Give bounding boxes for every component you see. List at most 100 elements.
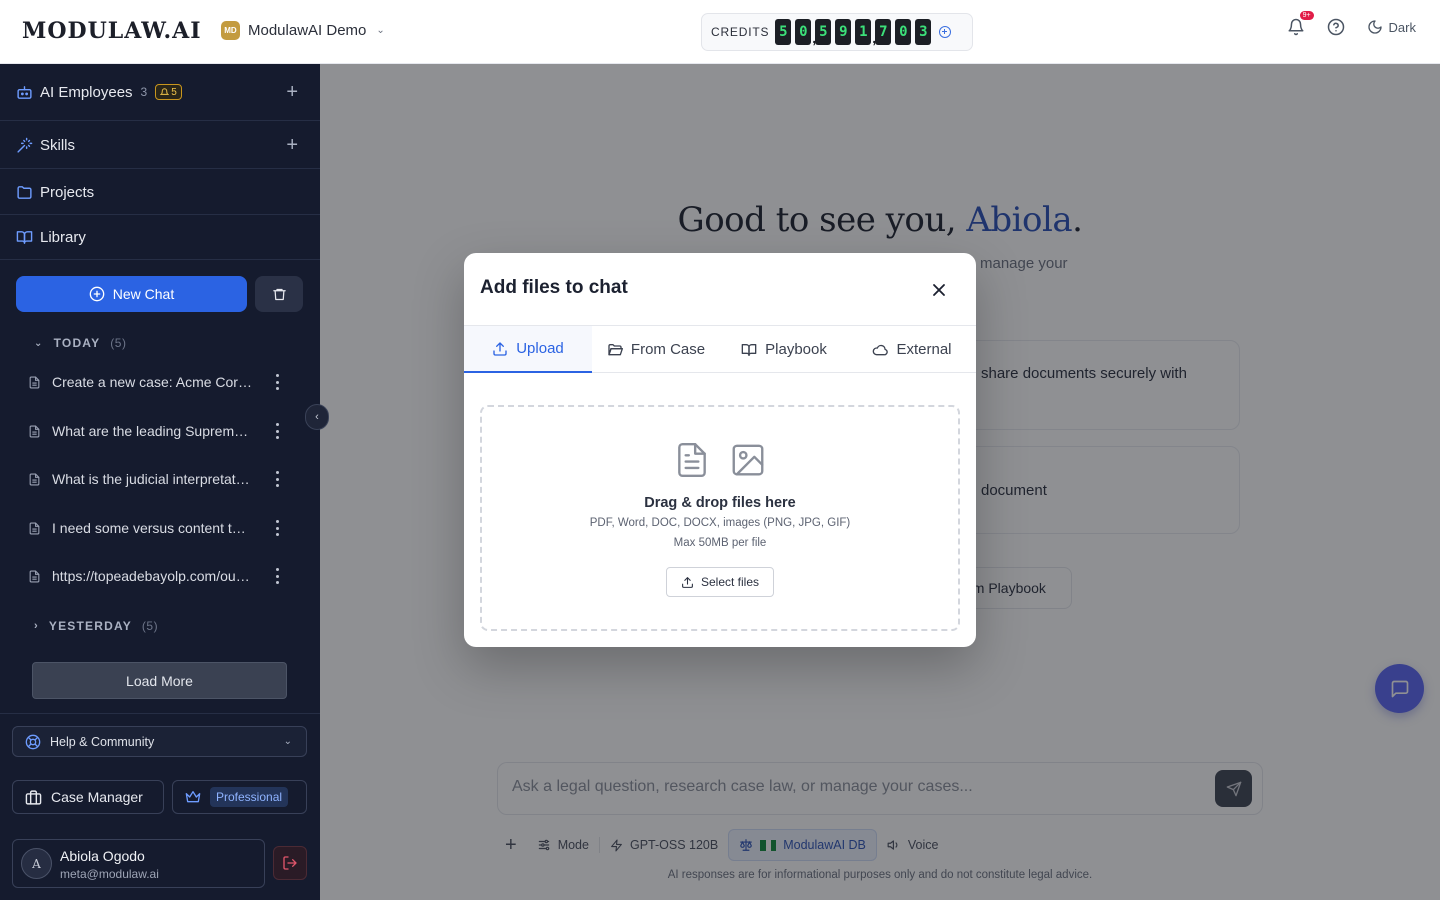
chat-title: https://topeadebayolp.com/our-practice-a… <box>52 568 252 584</box>
user-profile[interactable]: A Abiola Ogodo meta@modulaw.ai <box>12 839 265 888</box>
plus-circle-icon <box>89 286 105 302</box>
file-text-icon <box>29 570 40 582</box>
credit-digit: 0 <box>895 19 912 45</box>
sidebar-item-label: Library <box>40 228 86 246</box>
workspace-switcher[interactable]: MD ModulawAI Demo ⌄ <box>221 21 385 40</box>
more-options-icon[interactable] <box>275 471 279 487</box>
group-count: (5) <box>141 619 159 633</box>
delete-chats-button[interactable] <box>255 276 303 312</box>
cloud-icon <box>873 344 889 355</box>
select-files-button[interactable]: Select files <box>666 567 774 597</box>
more-options-icon[interactable] <box>275 374 279 390</box>
add-credits-icon[interactable] <box>939 26 952 38</box>
load-more-button[interactable]: Load More <box>32 662 287 699</box>
credit-digit: 5 <box>775 19 792 45</box>
credit-digit: 0 <box>795 19 812 45</box>
app-logo[interactable]: MODULAW.AI <box>22 18 202 44</box>
plan-button[interactable]: Professional <box>172 780 307 814</box>
alerts-badge: 5 <box>155 84 182 100</box>
wand-icon <box>17 137 33 153</box>
credit-digit: 1 <box>855 19 872 45</box>
chat-item[interactable]: What are the leading Supreme Court decis… <box>28 419 293 443</box>
tab-label: Upload <box>516 340 564 357</box>
close-icon <box>933 284 945 296</box>
dropzone-formats: PDF, Word, DOC, DOCX, images (PNG, JPG, … <box>589 517 851 529</box>
theme-label: Dark <box>1388 19 1416 35</box>
dropzone-limit: Max 50MB per file <box>673 537 767 549</box>
user-email: meta@modulaw.ai <box>60 867 159 881</box>
add-files-dialog: Add files to chat Upload From Case Playb… <box>464 253 976 647</box>
logout-button[interactable] <box>273 846 307 880</box>
plan-badge: Professional <box>210 787 289 807</box>
chat-item[interactable]: Create a new case: Acme Corporation vs. … <box>28 370 293 394</box>
image-icon <box>732 444 764 476</box>
bell-icon <box>160 87 170 95</box>
help-circle-icon[interactable] <box>1327 18 1345 36</box>
more-options-icon[interactable] <box>275 423 279 439</box>
chat-title: I need some versus content to draft a st… <box>52 520 252 536</box>
folder-open-icon <box>608 343 623 355</box>
divider <box>0 259 320 260</box>
more-options-icon[interactable] <box>275 520 279 536</box>
briefcase-icon <box>25 789 42 805</box>
moon-icon <box>1367 20 1382 34</box>
group-label: TODAY <box>53 336 101 350</box>
group-label: YESTERDAY <box>48 619 132 633</box>
add-skill-button[interactable]: + <box>286 134 298 157</box>
crown-icon <box>185 791 201 803</box>
add-employee-button[interactable]: + <box>286 81 298 104</box>
bot-icon <box>17 85 32 99</box>
chat-title: What is the judicial interpretation of S… <box>52 471 252 487</box>
workspace-name: ModulawAI Demo <box>248 22 367 39</box>
more-options-icon[interactable] <box>275 568 279 584</box>
theme-toggle[interactable]: Dark <box>1367 19 1416 35</box>
new-chat-button[interactable]: New Chat <box>16 276 247 312</box>
notification-count-badge: 9+ <box>1299 11 1314 20</box>
case-manager-label: Case Manager <box>51 789 143 805</box>
chevron-down-icon: ⌄ <box>283 736 292 747</box>
alerts-count: 5 <box>171 86 177 98</box>
select-files-label: Select files <box>700 575 760 589</box>
chevron-down-icon: ⌄ <box>34 337 44 349</box>
folder-icon <box>17 185 32 199</box>
collapse-sidebar-button[interactable]: ‹ <box>305 404 329 430</box>
file-dropzone[interactable]: Drag & drop files here PDF, Word, DOC, D… <box>480 405 960 631</box>
book-open-icon <box>16 230 33 244</box>
close-dialog-button[interactable] <box>929 280 949 300</box>
chat-item[interactable]: What is the judicial interpretation of S… <box>28 467 293 491</box>
tab-from-case[interactable]: From Case <box>592 326 720 373</box>
sidebar-item-library[interactable]: Library <box>0 223 320 251</box>
sidebar-item-ai-employees[interactable]: AI Employees 3 5 + <box>0 78 320 106</box>
credit-digit: 5 <box>815 19 832 45</box>
dropzone-icons <box>482 441 958 479</box>
user-name: Abiola Ogodo <box>60 848 145 864</box>
notifications-button[interactable]: 9+ <box>1287 11 1314 36</box>
tab-external[interactable]: External <box>848 326 976 373</box>
workspace-badge: MD <box>221 21 240 40</box>
case-manager-button[interactable]: Case Manager <box>12 780 164 814</box>
bell-icon <box>1288 18 1304 36</box>
divider <box>0 168 320 169</box>
sidebar-item-projects[interactable]: Projects <box>0 178 320 206</box>
sidebar-item-skills[interactable]: Skills + <box>0 131 320 159</box>
divider <box>0 214 320 215</box>
help-community-dropdown[interactable]: Help & Community ⌄ <box>12 726 307 757</box>
log-out-icon <box>283 856 297 870</box>
chevron-left-icon: ‹ <box>315 411 319 423</box>
header-actions: 9+ Dark <box>1287 11 1416 36</box>
tab-upload[interactable]: Upload <box>464 326 592 373</box>
tab-playbook[interactable]: Playbook <box>720 326 848 373</box>
sidebar-item-label: AI Employees <box>40 83 133 101</box>
chat-item[interactable]: https://topeadebayolp.com/our-practice-a… <box>28 564 293 588</box>
chat-group-today[interactable]: ⌄ TODAY (5) <box>34 336 126 350</box>
credits-digits: 5 0 , 5 9 1 , 7 0 3 <box>775 19 935 46</box>
file-text-icon <box>29 522 40 534</box>
chat-group-yesterday[interactable]: › YESTERDAY (5) <box>34 619 158 633</box>
chat-title: What are the leading Supreme Court decis… <box>52 423 252 439</box>
file-text-icon <box>29 376 40 388</box>
credit-digit: 7 <box>875 19 892 45</box>
dialog-tabs: Upload From Case Playbook External <box>464 325 976 373</box>
chat-item[interactable]: I need some versus content to draft a st… <box>28 516 293 540</box>
trash-icon <box>272 288 286 300</box>
dropzone-title: Drag & drop files here <box>644 495 796 511</box>
